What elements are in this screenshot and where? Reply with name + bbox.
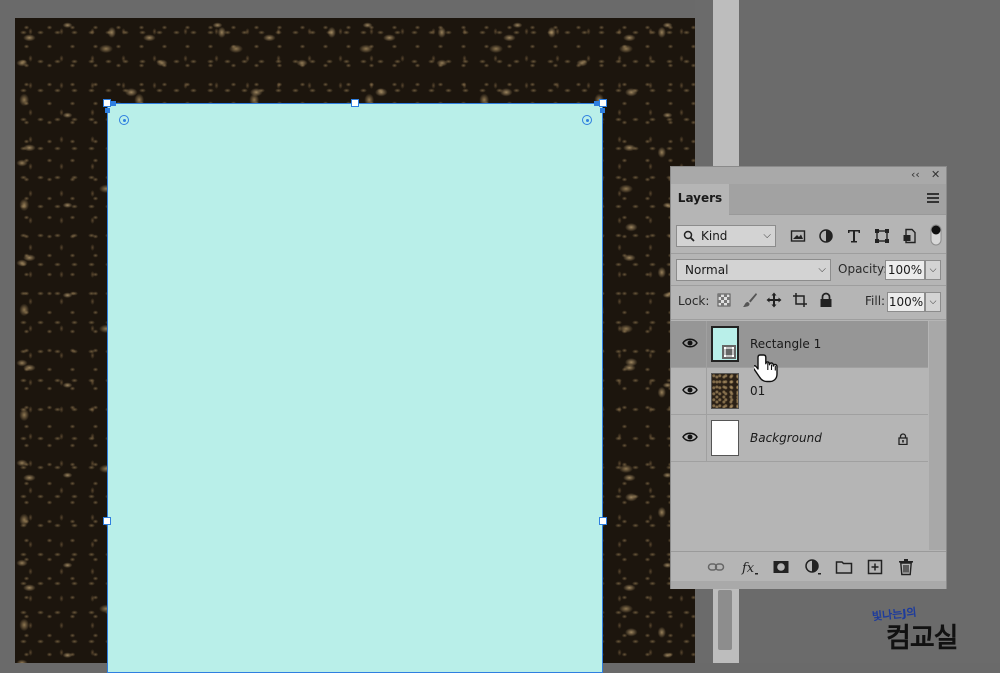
divider bbox=[671, 319, 946, 320]
eye-icon[interactable] bbox=[682, 431, 698, 443]
handle-top-center[interactable] bbox=[351, 99, 359, 107]
layer-thumbnail[interactable] bbox=[711, 373, 739, 409]
opacity-label: Opacity: bbox=[838, 262, 888, 276]
panel-menu-icon[interactable] bbox=[927, 193, 939, 205]
blend-mode-dropdown[interactable]: Normal ⌵ bbox=[676, 259, 831, 281]
folder-icon[interactable] bbox=[835, 558, 853, 576]
lock-position-icon[interactable] bbox=[766, 292, 782, 308]
chevron-down-icon: ⌵ bbox=[763, 230, 771, 241]
layers-scrollbar[interactable] bbox=[929, 321, 946, 550]
shape-layer-badge-icon bbox=[722, 345, 736, 359]
fx-icon[interactable]: fx bbox=[741, 558, 759, 576]
divider bbox=[671, 285, 946, 286]
lock-paint-icon[interactable] bbox=[742, 292, 758, 308]
visibility-divider bbox=[706, 415, 707, 461]
blend-mode-value: Normal bbox=[685, 263, 729, 277]
collapse-panel-button[interactable]: ‹‹ bbox=[911, 168, 920, 181]
image-filter-icon[interactable] bbox=[790, 228, 806, 244]
handle-middle-left[interactable] bbox=[103, 517, 111, 525]
shape-filter-icon[interactable] bbox=[874, 228, 890, 244]
filter-toggle[interactable] bbox=[930, 224, 942, 246]
handle-top-left[interactable] bbox=[103, 99, 111, 107]
corner-marker bbox=[105, 108, 110, 113]
adjustment-layer-icon[interactable] bbox=[804, 558, 822, 576]
trash-icon[interactable] bbox=[897, 558, 915, 576]
corner-radius-widget-left[interactable] bbox=[119, 115, 129, 125]
layer-row-background[interactable]: Background bbox=[671, 415, 928, 462]
close-panel-button[interactable]: ✕ bbox=[931, 168, 940, 181]
layer-name[interactable]: Rectangle 1 bbox=[750, 337, 821, 351]
divider bbox=[671, 253, 946, 254]
corner-marker bbox=[111, 101, 116, 106]
lock-artboard-icon[interactable] bbox=[792, 292, 808, 308]
layers-panel: ‹‹ ✕ Layers Kind ⌵ Normal ⌵ Opacity: 100… bbox=[670, 166, 947, 589]
fill-dropdown-button[interactable]: ⌵ bbox=[925, 292, 941, 312]
canvas-scroll-thumb[interactable] bbox=[718, 590, 732, 650]
lock-label: Lock: bbox=[678, 294, 710, 308]
handle-middle-right[interactable] bbox=[599, 517, 607, 525]
layer-thumbnail[interactable] bbox=[711, 420, 739, 456]
filter-kind-label: Kind bbox=[701, 229, 728, 243]
type-filter-icon[interactable] bbox=[846, 228, 862, 244]
fill-input[interactable]: 100% bbox=[887, 292, 925, 312]
link-icon[interactable] bbox=[707, 558, 725, 576]
filter-kind-dropdown[interactable]: Kind ⌵ bbox=[676, 225, 776, 247]
tab-layers[interactable]: Layers bbox=[671, 184, 729, 215]
corner-marker bbox=[600, 108, 605, 113]
new-layer-icon[interactable] bbox=[866, 558, 884, 576]
panel-titlebar: ‹‹ ✕ bbox=[671, 167, 946, 184]
layers-bottom-toolbar: fx bbox=[671, 551, 946, 582]
layer-row-rectangle-1[interactable]: Rectangle 1 bbox=[671, 321, 928, 368]
layer-name[interactable]: 01 bbox=[750, 384, 765, 398]
eye-icon[interactable] bbox=[682, 384, 698, 396]
eye-icon[interactable] bbox=[682, 337, 698, 349]
watermark-logo: 빛나는J의 컴교실 bbox=[870, 606, 980, 656]
corner-radius-widget-right[interactable] bbox=[582, 115, 592, 125]
search-icon bbox=[683, 230, 695, 242]
adjustment-filter-icon[interactable] bbox=[818, 228, 834, 244]
svg-text:fx: fx bbox=[741, 561, 755, 576]
hand-cursor-icon bbox=[754, 354, 778, 383]
visibility-divider bbox=[706, 321, 707, 367]
lock-pixels-icon[interactable] bbox=[716, 292, 732, 308]
handle-top-right[interactable] bbox=[599, 99, 607, 107]
layer-thumbnail[interactable] bbox=[711, 326, 739, 362]
chevron-down-icon: ⌵ bbox=[818, 264, 826, 275]
rectangle-shape[interactable] bbox=[107, 103, 603, 673]
opacity-input[interactable]: 100% bbox=[885, 260, 925, 280]
fill-label: Fill: bbox=[865, 294, 886, 308]
visibility-divider bbox=[706, 368, 707, 414]
opacity-dropdown-button[interactable]: ⌵ bbox=[925, 260, 941, 280]
corner-marker bbox=[594, 101, 599, 106]
layer-row-01[interactable]: 01 bbox=[671, 368, 928, 415]
lock-all-icon[interactable] bbox=[818, 292, 834, 308]
mask-icon[interactable] bbox=[772, 558, 790, 576]
smart-object-filter-icon[interactable] bbox=[902, 228, 918, 244]
lock-icon bbox=[898, 433, 908, 445]
watermark-title: 컴교실 bbox=[886, 623, 959, 654]
panel-tab-row: Layers bbox=[671, 184, 946, 215]
panel-resize-grip[interactable] bbox=[671, 581, 946, 589]
layer-name[interactable]: Background bbox=[750, 431, 822, 445]
